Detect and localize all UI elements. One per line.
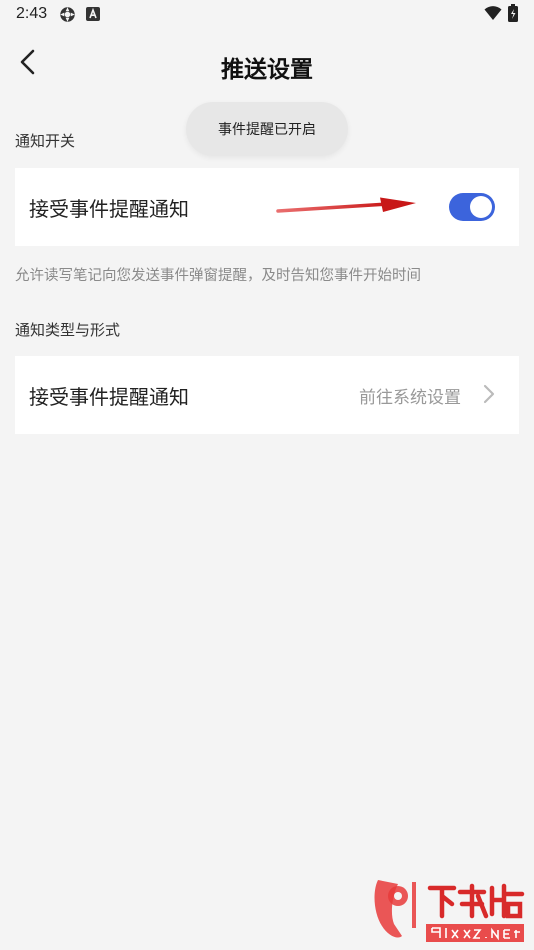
event-reminder-toggle-row[interactable]: 接受事件提醒通知 [15,168,519,246]
event-reminder-row-title: 接受事件提醒通知 [29,196,189,221]
app-header: 推送设置 [0,38,534,90]
event-reminder-toggle[interactable] [449,193,495,221]
toast-message: 事件提醒已开启 [186,102,348,156]
status-time: 2:43 [16,5,48,22]
settings-gear-icon [59,6,76,23]
status-bar: 2:43 [0,0,534,28]
system-settings-row-title: 接受事件提醒通知 [29,384,189,409]
a-badge-icon [86,7,101,21]
toggle-knob [470,196,492,218]
section-label-notify-switch: 通知开关 [15,132,76,150]
page-title: 推送设置 [221,57,313,83]
battery-icon [508,4,518,26]
system-settings-link-text: 前往系统设置 [359,388,461,408]
event-reminder-description: 允许读写笔记向您发送事件弹窗提醒，及时告知您事件开始时间 [15,268,421,284]
site-watermark-logo [368,874,528,946]
status-right-icons [484,4,518,26]
section-label-notify-type: 通知类型与形式 [15,321,121,339]
system-settings-row[interactable]: 接受事件提醒通知 前往系统设置 [15,356,519,434]
wifi-icon [484,5,502,25]
chevron-right-icon [483,384,495,408]
toast-text: 事件提醒已开启 [218,122,316,138]
red-arrow-annotation [276,196,418,224]
